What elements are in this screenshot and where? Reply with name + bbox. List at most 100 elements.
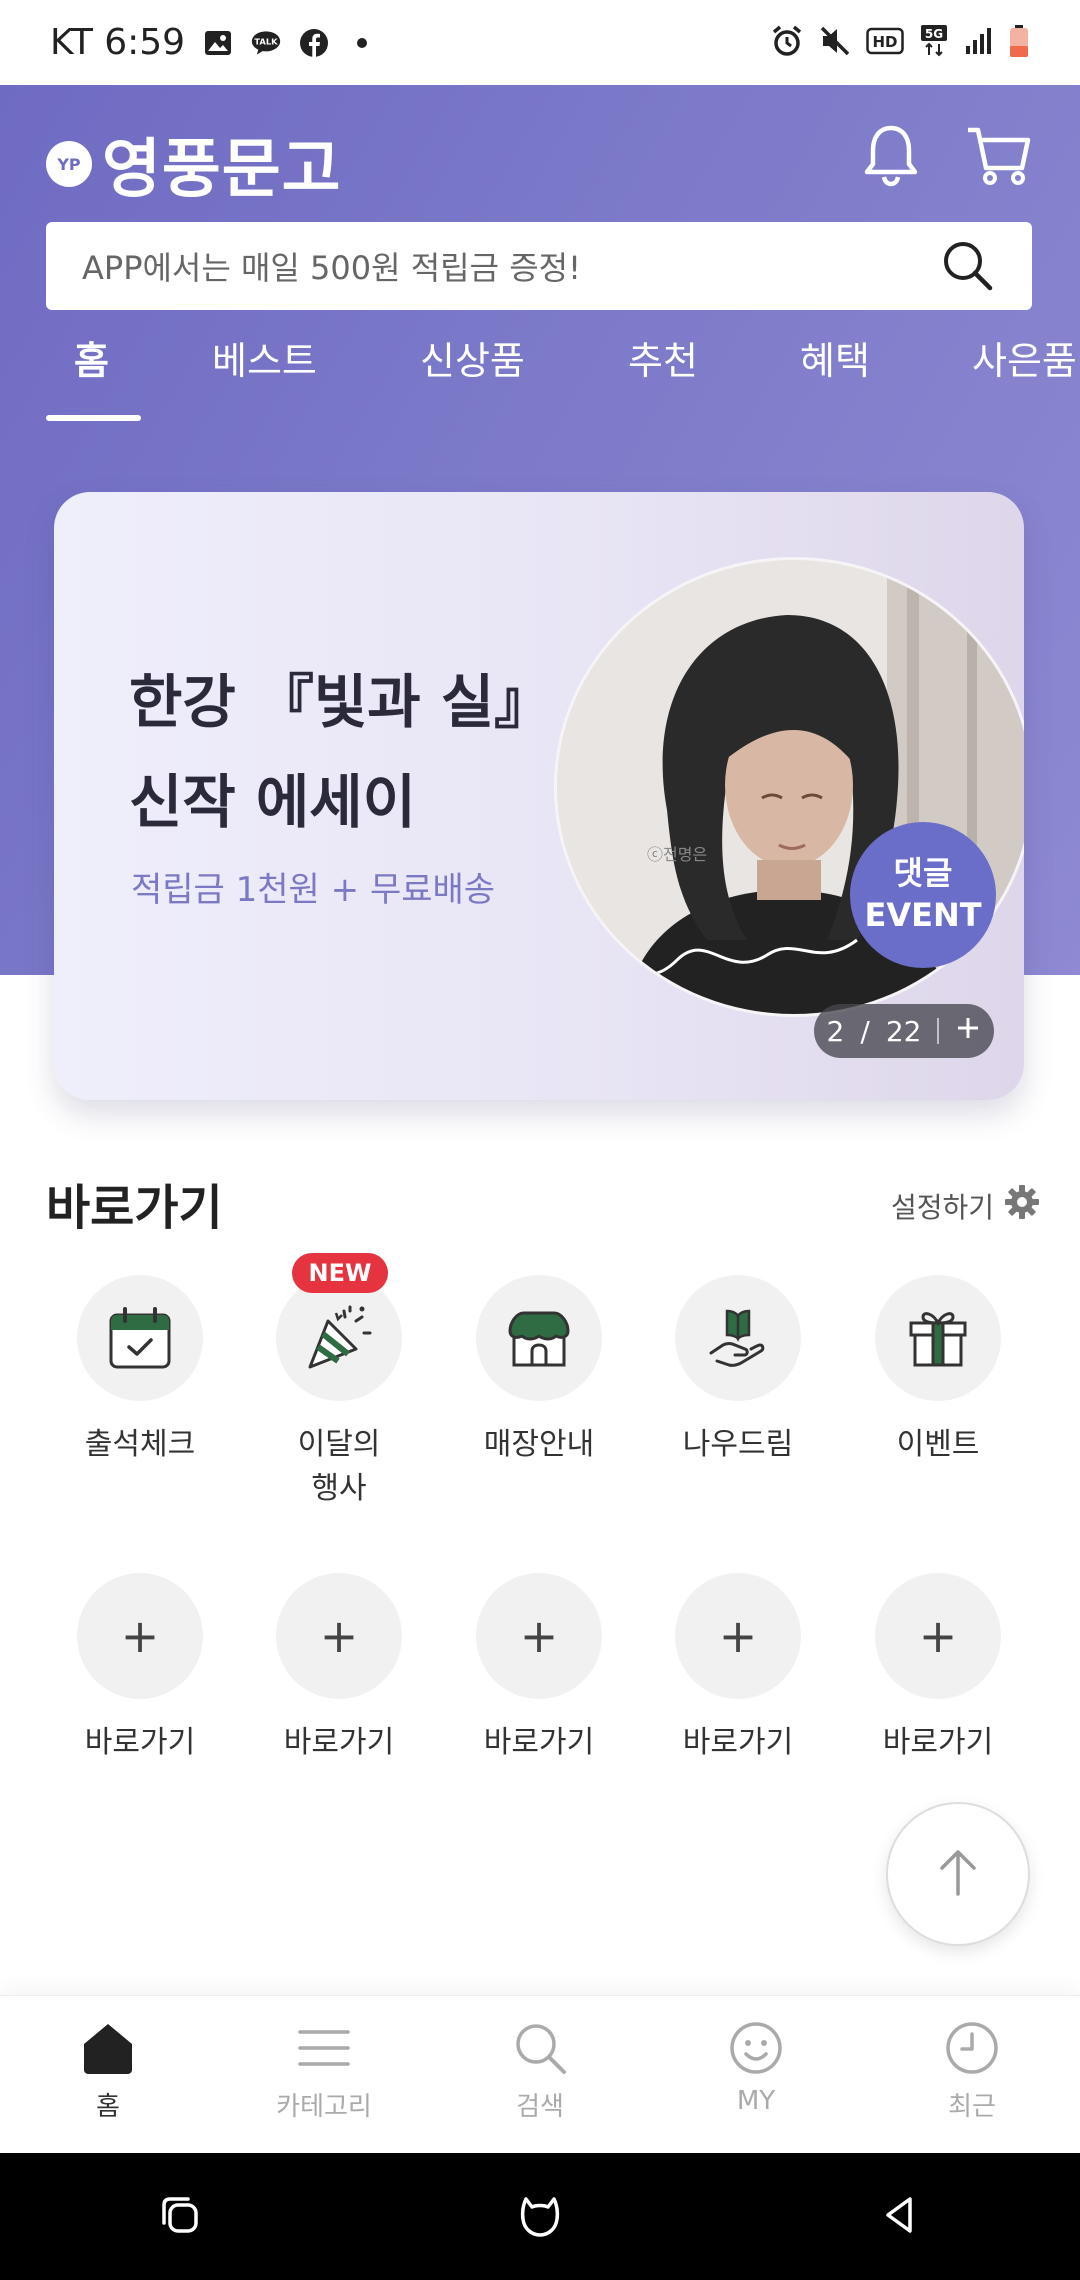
home-button-icon[interactable] [516, 2191, 564, 2243]
arrow-up-icon [930, 1844, 986, 1904]
gift-icon [875, 1275, 1001, 1401]
nav-label: MY [736, 2086, 776, 2116]
dot-icon [347, 28, 377, 58]
nav-category[interactable]: 카테고리 [244, 2018, 404, 2123]
svg-text:HD: HD [872, 33, 897, 51]
photo-credit: ⓒ전명은 [647, 845, 707, 864]
tab-best[interactable]: 베스트 [212, 330, 317, 385]
tab-gift[interactable]: 사은품 [972, 330, 1077, 385]
pager-total: 22 [885, 1014, 922, 1048]
calendar-check-icon [77, 1275, 203, 1401]
event-badge-line2: EVENT [864, 896, 982, 934]
nav-label: 카테고리 [276, 2092, 372, 2122]
tab-active-indicator [46, 415, 141, 421]
add-icon: + [675, 1573, 801, 1699]
shortcut-label: 바로가기 [483, 1725, 595, 1760]
party-popper-icon [276, 1275, 402, 1401]
shortcut-label: 바로가기 [84, 1725, 196, 1760]
shortcut-label: 바로가기 [283, 1725, 395, 1760]
new-badge: NEW [292, 1253, 388, 1293]
banner-title-line2: 신작 에세이 [129, 768, 416, 836]
pager-divider-text: / [860, 1014, 870, 1048]
clock-icon [942, 2018, 1002, 2078]
status-bar: KT 6:59 TALK HD 5G [0, 0, 1080, 85]
banner-title: 한강 『빛과 실』 신작 에세이 [129, 652, 552, 852]
cart-icon[interactable] [964, 120, 1034, 190]
main-banner[interactable]: 한강 『빛과 실』 신작 에세이 적립금 1천원 + 무료배송 ⓒ전명은 댓글 … [54, 492, 1024, 1100]
nav-my[interactable]: MY [676, 2018, 836, 2116]
talk-icon: TALK [251, 28, 281, 58]
brand-logo-icon: YP [46, 141, 92, 187]
shortcut-label: 이달의 행사 [249, 1423, 429, 1511]
recent-apps-icon[interactable] [156, 2191, 204, 2243]
bell-icon[interactable] [856, 120, 926, 190]
search-icon[interactable] [940, 238, 996, 294]
add-icon: + [77, 1573, 203, 1699]
nav-home[interactable]: 홈 [28, 2018, 188, 2123]
image-icon [203, 28, 233, 58]
category-tabs: 홈 베스트 신상품 추천 혜택 사은품 [0, 330, 1080, 425]
bottom-navigation: 홈 카테고리 검색 MY 최근 [0, 1995, 1080, 2153]
banner-title-line1: 한강 『빛과 실』 [129, 668, 553, 736]
shortcut-add-slot[interactable]: + 바로가기 [848, 1573, 1028, 1765]
brand-name: 영풍문고 [102, 133, 342, 207]
signal-icon [964, 26, 994, 60]
shortcut-add-slot[interactable]: + 바로가기 [50, 1573, 230, 1765]
settings-label: 설정하기 [890, 1190, 994, 1224]
add-icon: + [875, 1573, 1001, 1699]
banner-pager[interactable]: 2 / 22 [814, 1004, 994, 1058]
comment-event-badge[interactable]: 댓글 EVENT [850, 822, 996, 968]
tab-benefit[interactable]: 혜택 [800, 330, 870, 385]
back-icon[interactable] [876, 2191, 924, 2243]
banner-subtitle: 적립금 1천원 + 무료배송 [131, 870, 496, 910]
shortcut-add-slot[interactable]: + 바로가기 [648, 1573, 828, 1765]
scroll-top-button[interactable] [886, 1802, 1030, 1946]
nav-search[interactable]: 검색 [460, 2018, 620, 2123]
alarm-icon [770, 24, 804, 62]
brand-logo-link[interactable]: YP 영풍문고 [46, 118, 342, 210]
status-time: KT 6:59 [50, 22, 186, 63]
add-icon: + [476, 1573, 602, 1699]
pager-separator [937, 1018, 940, 1044]
nav-label: 최근 [948, 2092, 996, 2122]
shortcut-add-slot[interactable]: + 바로가기 [449, 1573, 629, 1765]
shortcut-label: 나우드림 [682, 1427, 794, 1462]
shortcut-label: 출석체크 [84, 1427, 196, 1462]
tab-new[interactable]: 신상품 [420, 330, 525, 385]
shortcut-monthly-event[interactable]: 이달의 행사 [249, 1275, 429, 1511]
5g-icon: 5G [918, 24, 950, 62]
add-icon: + [276, 1573, 402, 1699]
shortcut-label: 바로가기 [882, 1725, 994, 1760]
battery-icon [1008, 24, 1030, 62]
shortcut-add-slot[interactable]: + 바로가기 [249, 1573, 429, 1765]
event-badge-line1: 댓글 [893, 854, 953, 892]
shortcut-label-line2: 행사 [311, 1471, 367, 1506]
tab-home[interactable]: 홈 [74, 330, 109, 385]
nav-recent[interactable]: 최근 [892, 2018, 1052, 2123]
shortcut-now-dream[interactable]: 나우드림 [648, 1275, 828, 1467]
gear-icon [1004, 1184, 1040, 1227]
shortcut-label-line1: 이달의 [297, 1427, 381, 1462]
book-hand-icon [675, 1275, 801, 1401]
search-input[interactable]: APP에서는 매일 500원 적립금 증정! [82, 243, 940, 289]
shortcuts-title: 바로가기 [46, 1180, 223, 1236]
shortcut-event[interactable]: 이벤트 [848, 1275, 1028, 1467]
shortcut-attendance[interactable]: 출석체크 [50, 1275, 230, 1467]
search-icon [510, 2018, 570, 2078]
facebook-icon [299, 28, 329, 58]
system-navigation-bar [0, 2153, 1080, 2280]
shortcut-label: 이벤트 [896, 1427, 980, 1462]
search-bar[interactable]: APP에서는 매일 500원 적립금 증정! [46, 222, 1032, 310]
smile-icon [726, 2018, 786, 2078]
shortcuts-settings-button[interactable]: 설정하기 [891, 1184, 1040, 1227]
tab-recommend[interactable]: 추천 [628, 330, 698, 385]
plus-icon[interactable] [955, 1015, 981, 1048]
mute-icon [818, 24, 852, 62]
shortcut-store-info[interactable]: 매장안내 [449, 1275, 629, 1467]
shortcut-label: 매장안내 [483, 1427, 595, 1462]
svg-text:5G: 5G [925, 27, 943, 41]
store-icon [476, 1275, 602, 1401]
shortcut-label: 바로가기 [682, 1725, 794, 1760]
nav-label: 홈 [96, 2092, 120, 2122]
nav-label: 검색 [516, 2092, 564, 2122]
